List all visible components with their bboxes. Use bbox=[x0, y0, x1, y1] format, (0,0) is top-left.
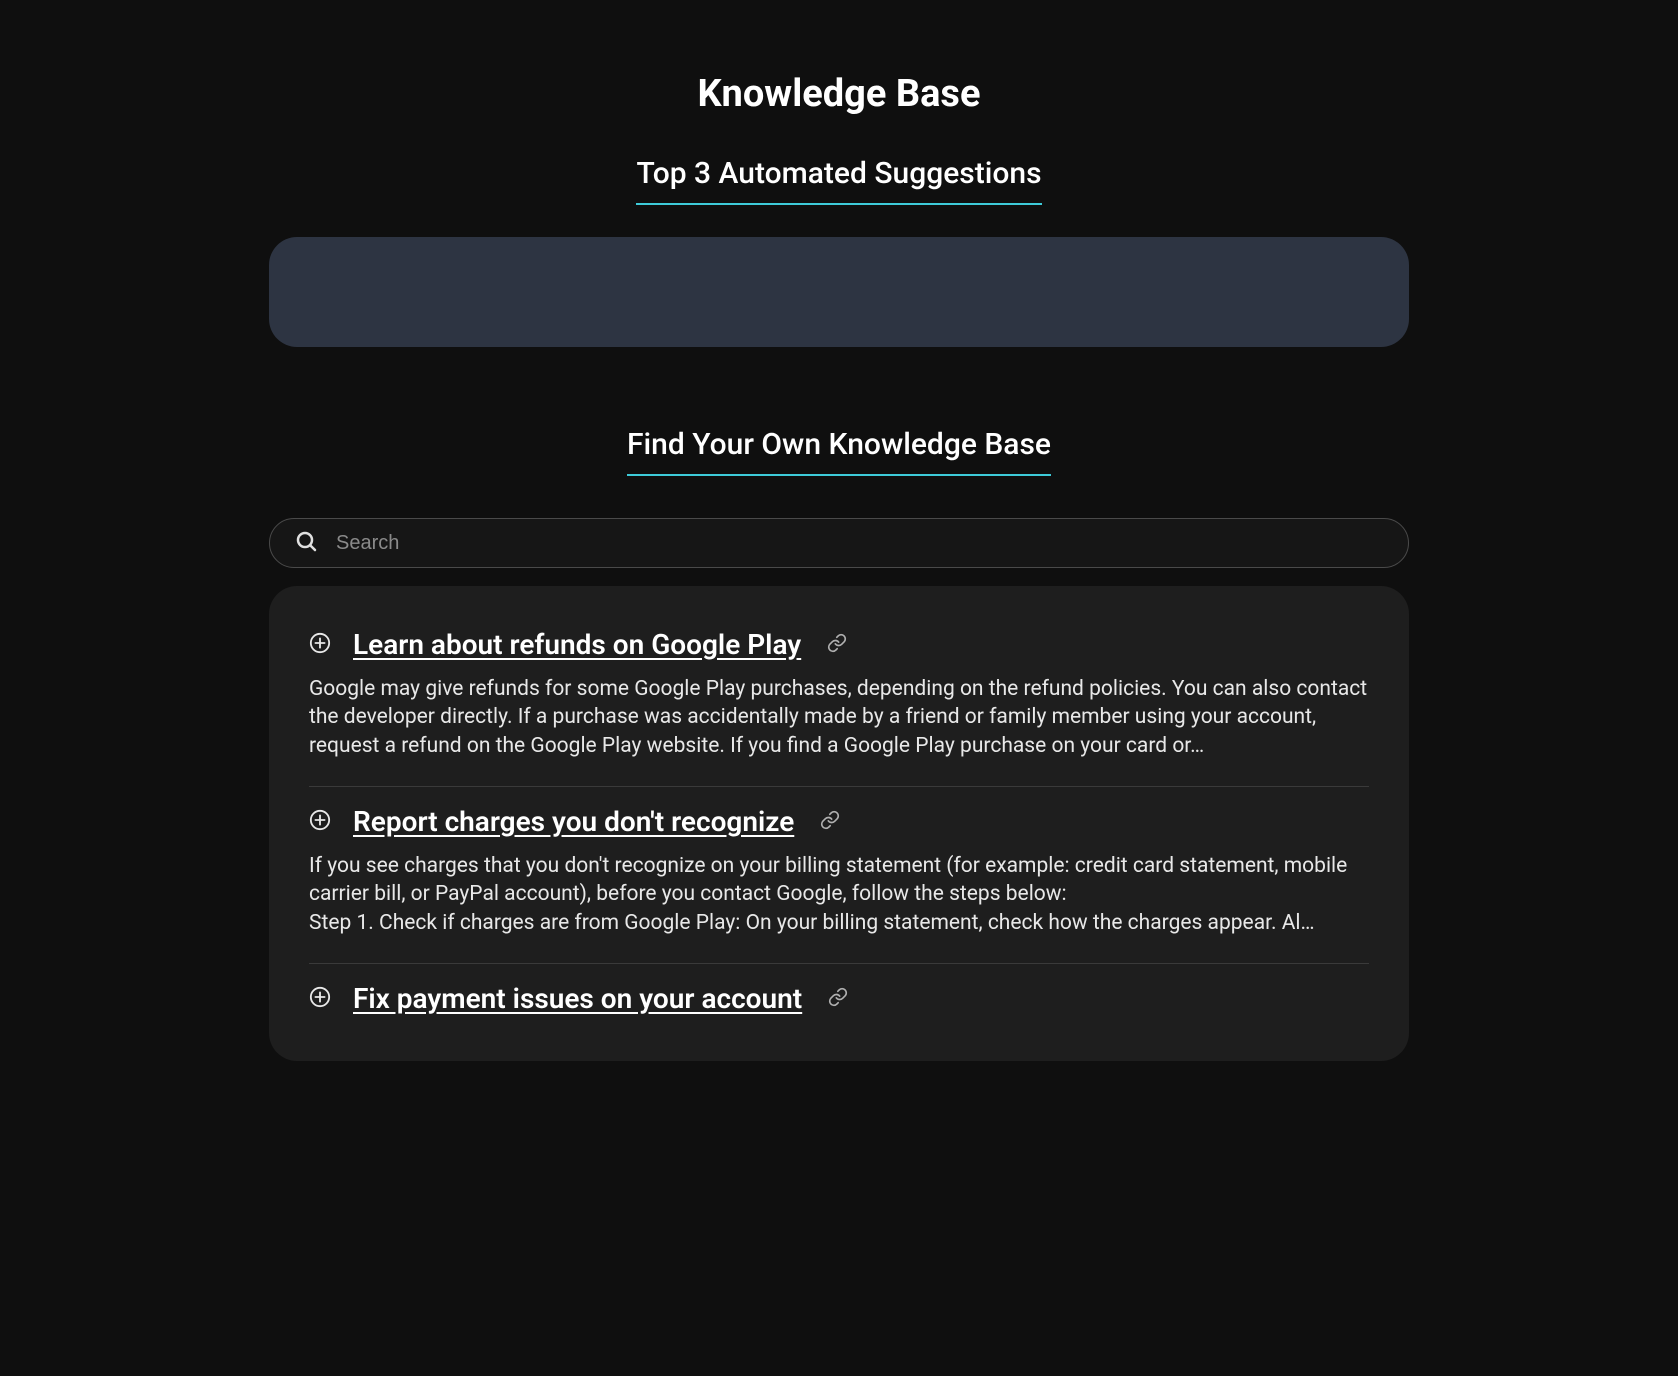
expand-icon[interactable] bbox=[309, 986, 331, 1012]
search-box[interactable] bbox=[269, 518, 1409, 568]
article-body: If you see charges that you don't recogn… bbox=[309, 852, 1369, 937]
link-icon[interactable] bbox=[828, 987, 848, 1011]
article-title-link[interactable]: Fix payment issues on your account bbox=[353, 982, 802, 1015]
article-header: Learn about refunds on Google Play bbox=[309, 628, 1369, 661]
main-container: Knowledge Base Top 3 Automated Suggestio… bbox=[239, 0, 1439, 1061]
suggestions-heading-wrap: Top 3 Automated Suggestions bbox=[259, 156, 1419, 205]
article-title-link[interactable]: Learn about refunds on Google Play bbox=[353, 628, 801, 661]
article-header: Fix payment issues on your account bbox=[309, 982, 1369, 1015]
search-wrap bbox=[269, 518, 1409, 568]
find-heading-wrap: Find Your Own Knowledge Base bbox=[259, 427, 1419, 476]
link-icon[interactable] bbox=[827, 633, 847, 657]
expand-icon[interactable] bbox=[309, 632, 331, 658]
search-icon bbox=[294, 529, 318, 557]
results-card: Learn about refunds on Google Play Googl… bbox=[269, 586, 1409, 1061]
article-item: Learn about refunds on Google Play Googl… bbox=[309, 610, 1369, 787]
article-title-link[interactable]: Report charges you don't recognize bbox=[353, 805, 794, 838]
search-input[interactable] bbox=[336, 532, 1384, 555]
article-item: Report charges you don't recognize If yo… bbox=[309, 787, 1369, 964]
suggestions-heading: Top 3 Automated Suggestions bbox=[636, 156, 1041, 205]
article-body: Google may give refunds for some Google … bbox=[309, 675, 1369, 760]
find-heading: Find Your Own Knowledge Base bbox=[627, 427, 1051, 476]
link-icon[interactable] bbox=[820, 810, 840, 834]
page-title: Knowledge Base bbox=[259, 0, 1419, 156]
article-header: Report charges you don't recognize bbox=[309, 805, 1369, 838]
suggestions-card bbox=[269, 237, 1409, 347]
expand-icon[interactable] bbox=[309, 809, 331, 835]
article-item: Fix payment issues on your account bbox=[309, 964, 1369, 1041]
